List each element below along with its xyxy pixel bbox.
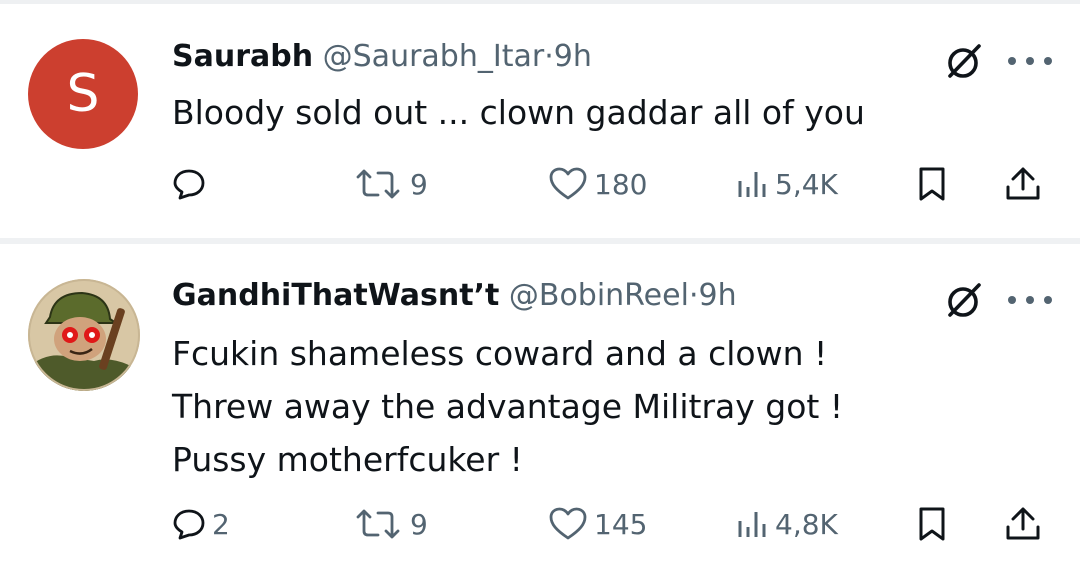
reply-icon (173, 169, 205, 200)
views-icon (738, 512, 766, 537)
tweet-text: Fcukin shameless coward and a clown ! Th… (172, 327, 843, 486)
share-button[interactable] (1003, 159, 1043, 209)
reply-tweet[interactable]: S Saurabh @Saurabh_Itar·9h Bloody sold o… (0, 4, 1080, 240)
like-button[interactable]: 180 (548, 159, 647, 209)
view-count: 4,8K (775, 507, 838, 541)
avatar[interactable]: S (28, 39, 138, 149)
more-icon[interactable] (1005, 293, 1055, 307)
grok-icon[interactable] (944, 280, 984, 320)
handle[interactable]: @BobinReel (509, 278, 689, 313)
like-button[interactable]: 145 (548, 499, 647, 549)
tweet-header: Saurabh @Saurabh_Itar·9h (172, 37, 592, 77)
heart-icon (549, 507, 587, 540)
bookmark-icon (919, 167, 945, 201)
tweet-text-line: Fcukin shameless coward and a clown ! (172, 334, 828, 373)
tweet-text-line: Bloody sold out ... clown gaddar all of … (172, 93, 865, 132)
tweet-text-line: Threw away the advantage Militray got ! (172, 387, 844, 426)
heart-icon (549, 167, 587, 200)
like-count: 145 (594, 507, 648, 541)
bookmark-button[interactable] (915, 159, 949, 209)
handle[interactable]: @Saurabh_Itar (323, 39, 545, 74)
reply-count: 2 (212, 507, 230, 541)
reply-button[interactable]: 2 (172, 499, 230, 549)
reply-button[interactable] (172, 159, 212, 209)
tweet-text: Bloody sold out ... clown gaddar all of … (172, 86, 865, 139)
views-icon (738, 172, 766, 197)
reply-tweet[interactable]: GandhiThatWasnt’t @BobinReel·9h Fcukin s… (0, 244, 1080, 567)
view-count: 5,4K (775, 167, 838, 201)
more-icon[interactable] (1005, 54, 1055, 68)
timestamp[interactable]: 9h (554, 39, 592, 74)
tweet-text-line: Pussy motherfcuker ! (172, 440, 523, 479)
share-icon (1006, 507, 1040, 540)
avatar[interactable] (28, 279, 140, 391)
retweet-icon (356, 169, 400, 199)
action-bar: 2 9 145 4,8K (0, 499, 1080, 549)
bookmark-button[interactable] (915, 499, 949, 549)
action-bar: 9 180 5,4K (0, 159, 1080, 209)
avatar-initial: S (66, 64, 100, 124)
timestamp[interactable]: 9h (698, 278, 736, 313)
retweet-icon (356, 509, 400, 539)
like-count: 180 (594, 167, 648, 201)
soldier-cartoon-avatar-icon (28, 279, 140, 391)
retweet-button[interactable]: 9 (352, 499, 428, 549)
retweet-count: 9 (410, 507, 428, 541)
display-name[interactable]: Saurabh (172, 39, 313, 74)
bookmark-icon (919, 507, 945, 541)
grok-icon[interactable] (944, 41, 984, 81)
retweet-count: 9 (410, 167, 428, 201)
share-button[interactable] (1003, 499, 1043, 549)
tweet-header: GandhiThatWasnt’t @BobinReel·9h (172, 276, 737, 316)
share-icon (1006, 167, 1040, 200)
views-button[interactable]: 5,4K (735, 159, 838, 209)
reply-icon (173, 509, 205, 540)
retweet-button[interactable]: 9 (352, 159, 428, 209)
separator-dot: · (544, 39, 554, 74)
views-button[interactable]: 4,8K (735, 499, 838, 549)
display-name[interactable]: GandhiThatWasnt’t (172, 278, 499, 313)
